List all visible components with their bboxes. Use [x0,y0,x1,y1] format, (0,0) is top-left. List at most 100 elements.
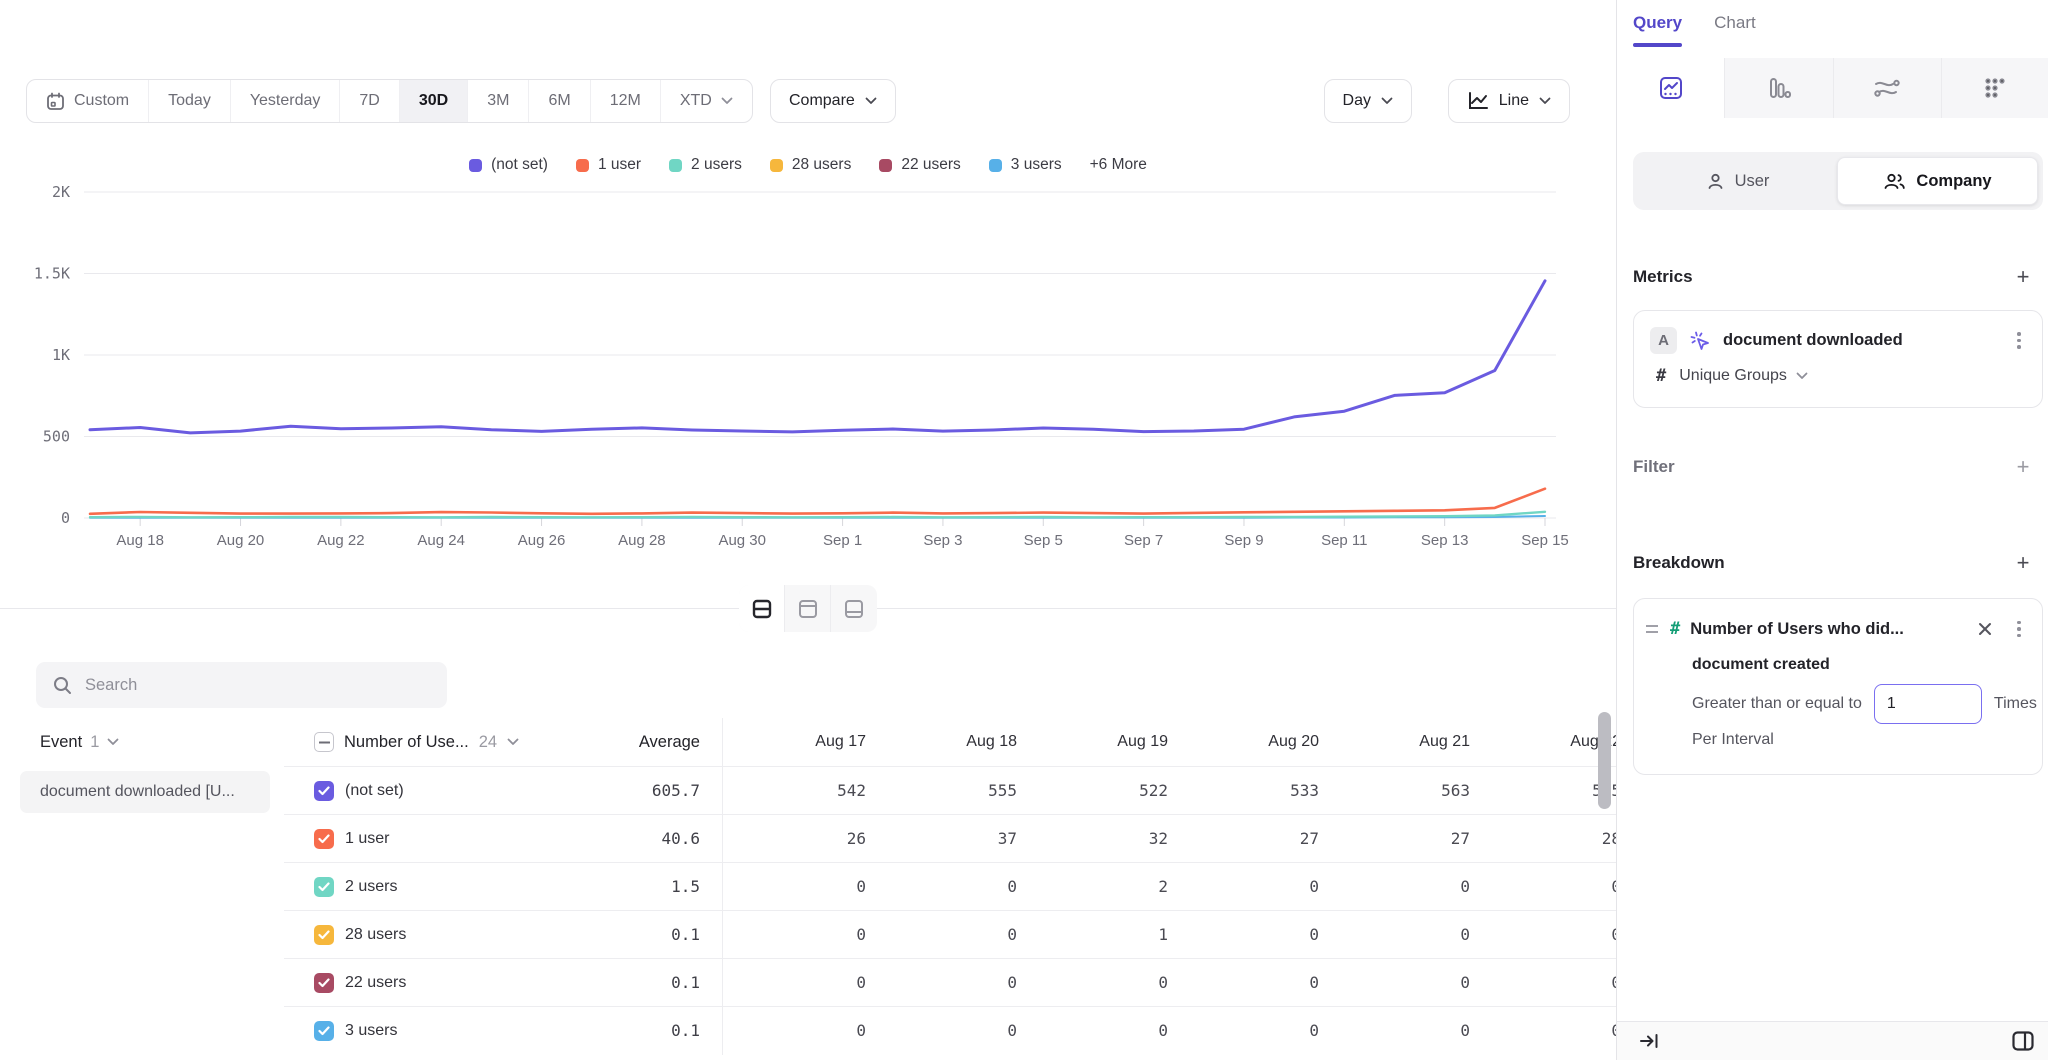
breakdown-title[interactable]: Number of Users who did... [1690,620,1962,639]
value-cell: 0 [723,925,874,944]
number-prefix: # [1656,366,1666,386]
breakdown-card[interactable]: # Number of Users who did... document cr… [1633,598,2043,775]
date-column-header[interactable]: Aug 17 [723,733,874,751]
range-7d[interactable]: 7D [340,80,399,122]
remove-breakdown-button[interactable] [1972,616,1998,642]
event-column-header[interactable]: Event 1 [0,733,284,752]
select-all-checkbox[interactable] [314,732,334,752]
row-checkbox[interactable] [314,1021,334,1041]
value-cell: 0 [874,925,1025,944]
event-name-cell[interactable]: document downloaded [U... [20,771,270,813]
table-vertical-scrollbar[interactable] [1598,712,1611,809]
range-yesterday[interactable]: Yesterday [231,80,341,122]
range-6m[interactable]: 6M [529,80,590,122]
date-column-header[interactable]: Aug 19 [1025,733,1176,751]
tab-bar-chart[interactable] [1724,58,1832,118]
metric-card[interactable]: A document downloaded # Unique Groups [1633,310,2043,408]
range-label: 7D [359,92,379,110]
company-icon [1883,172,1906,191]
table-row: 1 user40.6263732272728 [284,814,1640,862]
row-group-cell: 1 user [284,829,544,849]
value-cell: 0 [1478,877,1629,896]
row-label: 3 users [345,1022,397,1040]
sidebar-footer [1617,1021,2048,1060]
range-label: Custom [74,92,129,110]
range-custom[interactable]: Custom [27,80,149,122]
y-axis-tick-label: 1.5K [34,265,70,283]
layout-table-only-button[interactable] [831,585,877,632]
range-30d[interactable]: 30D [400,80,468,122]
tab-query[interactable]: Query [1633,13,1682,47]
table-row: 28 users0.1001000 [284,910,1640,958]
value-cell: 0 [874,877,1025,896]
metric-options-kebab-icon[interactable] [2008,328,2030,353]
add-breakdown-button[interactable]: + [2008,548,2038,578]
compare-button[interactable]: Compare [770,79,896,123]
chevron-down-icon [107,738,119,746]
range-xtd[interactable]: XTD [661,80,752,122]
interval-label: Day [1343,92,1371,110]
value-cell: 28 [1478,829,1629,848]
row-checkbox[interactable] [314,925,334,945]
value-cell: 0 [1327,877,1478,896]
row-date-values: 542555522533563535 [722,767,1629,815]
add-metric-button[interactable]: + [2008,262,2038,292]
range-3m[interactable]: 3M [468,80,529,122]
row-checkbox[interactable] [314,973,334,993]
value-cell: 522 [1025,781,1176,800]
metric-event-name[interactable]: document downloaded [1723,331,1996,350]
value-cell: 0 [1025,973,1176,992]
range-label: 3M [487,92,509,110]
x-axis-tick-label: Aug 22 [317,532,365,549]
check-icon [318,786,330,796]
breakdown-event-name[interactable]: document created [1634,642,2042,674]
search-input[interactable] [85,676,430,695]
per-interval-label[interactable]: Per Interval [1634,724,2042,749]
layout-split-view-button[interactable] [739,585,785,632]
add-filter-button[interactable]: + [2008,452,2038,482]
tab-chart[interactable]: Chart [1714,13,1756,47]
query-sidebar: Query Chart [1616,0,2048,1060]
group-column-header[interactable]: Number of Use... 24 [284,732,544,752]
check-icon [318,930,330,940]
row-checkbox[interactable] [314,829,334,849]
x-axis-tick-label: Sep 11 [1321,532,1367,549]
collapse-panel-icon[interactable] [1639,1032,1661,1050]
tab-flow-chart[interactable] [1833,58,1941,118]
check-icon [318,834,330,844]
range-12m[interactable]: 12M [591,80,661,122]
condition-unit-label: Times [1994,695,2037,713]
times-value-input[interactable] [1874,684,1982,724]
toggle-right-panel-icon[interactable] [2011,1030,2035,1052]
range-today[interactable]: Today [149,80,231,122]
breakdown-options-kebab-icon[interactable] [2008,617,2030,642]
entity-user-option[interactable]: User [1638,157,1837,205]
date-column-header[interactable]: Aug 18 [874,733,1025,751]
value-cell: 0 [1176,973,1327,992]
check-icon [318,882,330,892]
table-header: Event 1 Number of Use... 24 Average Aug … [0,718,1640,766]
row-checkbox[interactable] [314,877,334,897]
bar-chart-tab-icon [1766,75,1792,101]
measure-dropdown[interactable]: Unique Groups [1679,367,1808,385]
tab-retention-chart[interactable] [1941,58,2048,118]
tab-segmentation-chart[interactable] [1617,58,1724,118]
value-cell: 0 [1327,1021,1478,1040]
interval-dropdown[interactable]: Day [1324,79,1412,123]
layout-chart-only-button[interactable] [785,585,831,632]
entity-company-option[interactable]: Company [1837,157,2038,205]
range-label: Today [168,92,211,110]
breakdown-condition-row: Greater than or equal to Times [1634,674,2042,724]
date-column-header[interactable]: Aug 20 [1176,733,1327,751]
value-cell: 0 [1478,1021,1629,1040]
breakdown-number-prefix: # [1670,619,1680,639]
chart-type-dropdown[interactable]: Line [1448,79,1570,123]
y-axis-tick-label: 500 [43,428,70,446]
table-search [36,662,447,708]
row-checkbox[interactable] [314,781,334,801]
condition-label: Greater than or equal to [1692,695,1862,713]
filter-section-header: Filter + [1633,452,2038,482]
drag-handle-icon[interactable] [1644,623,1660,635]
date-column-header[interactable]: Aug 21 [1327,733,1478,751]
bottom-panel-icon [843,598,865,620]
